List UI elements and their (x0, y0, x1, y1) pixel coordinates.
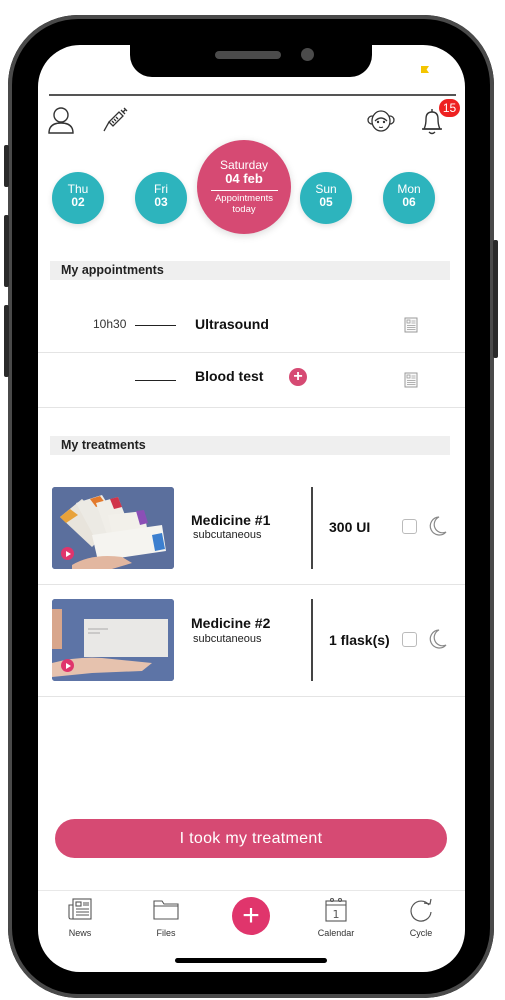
medicine-dose: 300 UI (329, 519, 371, 535)
day-date: 05 (319, 195, 333, 209)
volume-down-button (4, 305, 9, 377)
notch (130, 45, 372, 77)
today-subtitle-2: today (232, 204, 256, 215)
time-dash (135, 325, 176, 326)
syringe-icon[interactable] (100, 105, 130, 135)
volume-up-button (4, 215, 9, 287)
notification-badge: 15 (439, 99, 460, 117)
medicine-video-thumbnail[interactable] (52, 487, 174, 569)
today-subtitle-1: Appointments (214, 193, 274, 204)
day-mon[interactable]: Mon 06 (383, 172, 435, 224)
plus-icon: + (242, 899, 260, 932)
treatments-header: My treatments (50, 436, 450, 455)
medicine-dose: 1 flask(s) (329, 632, 390, 648)
row-divider (38, 407, 465, 408)
taken-checkbox[interactable] (402, 632, 417, 647)
day-date: 06 (402, 195, 416, 209)
column-divider (311, 599, 313, 681)
day-fri[interactable]: Fri 03 (135, 172, 187, 224)
play-icon[interactable] (61, 547, 74, 560)
folder-icon (153, 900, 179, 920)
medicine-video-thumbnail[interactable] (52, 599, 174, 681)
medicine-route: subcutaneous (193, 529, 262, 541)
tab-cycle[interactable]: Cycle (391, 897, 451, 938)
power-button (493, 240, 498, 358)
row-divider (38, 696, 465, 697)
speaker (215, 51, 281, 59)
medicine-name: Medicine #2 (191, 615, 271, 631)
app-screen: 15 Thu 02 Fri 03 Saturday 04 feb Appoint… (38, 45, 465, 972)
appointment-name: Blood test (195, 368, 264, 384)
tab-label: Files (156, 928, 176, 938)
front-camera (301, 48, 314, 61)
header-divider (49, 94, 456, 96)
moon-icon (429, 516, 447, 536)
row-divider (38, 584, 465, 585)
moon-icon (429, 629, 447, 649)
day-sun[interactable]: Sun 05 (300, 172, 352, 224)
day-date: 02 (71, 195, 85, 209)
monkey-face-icon[interactable] (367, 108, 395, 134)
row-divider (38, 352, 465, 353)
user-icon[interactable] (46, 105, 76, 135)
appointments-header: My appointments (50, 261, 450, 280)
appointment-name: Ultrasound (195, 316, 269, 332)
tab-label: Cycle (409, 928, 433, 938)
tab-news[interactable]: News (50, 897, 110, 938)
home-indicator[interactable] (175, 958, 327, 963)
document-icon[interactable] (404, 317, 418, 333)
time-dash (135, 380, 176, 381)
column-divider (311, 487, 313, 569)
taken-checkbox[interactable] (402, 519, 417, 534)
document-icon[interactable] (404, 372, 418, 388)
tab-label: News (68, 928, 92, 938)
day-date: 03 (154, 195, 168, 209)
add-button[interactable]: + (232, 897, 270, 935)
took-treatment-button[interactable]: I took my treatment (55, 819, 447, 858)
newspaper-icon (68, 898, 92, 920)
calendar-icon: 1 (325, 897, 347, 922)
add-appointment-button[interactable]: + (289, 368, 307, 386)
tabbar-divider (38, 890, 465, 891)
medicine-name: Medicine #1 (191, 512, 271, 528)
appointment-time: 10h30 (93, 317, 127, 331)
play-icon[interactable] (61, 659, 74, 672)
today-divider (210, 190, 278, 191)
mute-switch (4, 145, 9, 187)
refresh-icon (410, 898, 432, 922)
tab-label: Calendar (317, 928, 355, 938)
day-today[interactable]: Saturday 04 feb Appointments today (197, 140, 291, 234)
tab-calendar[interactable]: 1 Calendar (306, 897, 366, 938)
medicine-route: subcutaneous (193, 633, 262, 645)
today-date: 04 feb (225, 171, 263, 186)
status-flag-icon (421, 66, 429, 73)
tab-files[interactable]: Files (136, 897, 196, 938)
svg-text:1: 1 (333, 908, 340, 921)
day-thu[interactable]: Thu 02 (52, 172, 104, 224)
